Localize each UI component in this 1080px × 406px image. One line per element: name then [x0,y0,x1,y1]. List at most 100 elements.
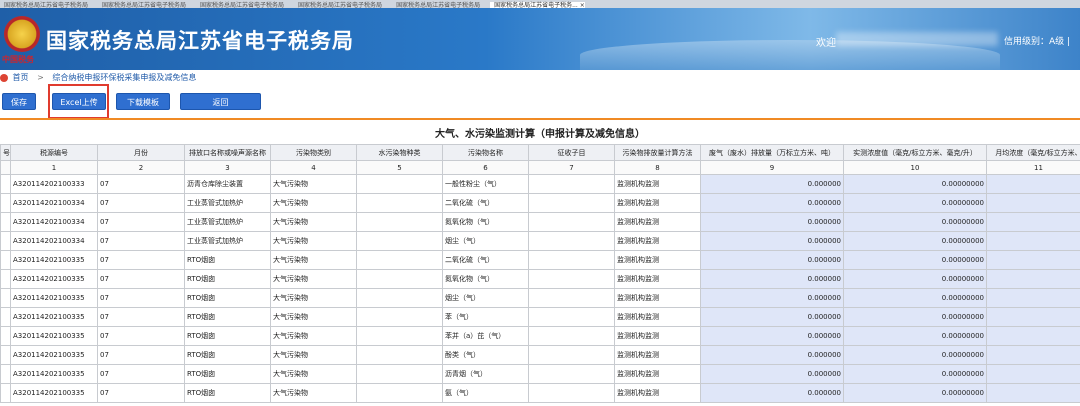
table-cell[interactable]: 0.000000 [700,364,844,384]
table-cell [528,326,615,346]
table-cell[interactable] [986,193,1080,213]
table-row[interactable]: A320114202100334 07 工业蒸管式加热炉 大气污染物 二氧化硫（气） 监测… [0,193,1080,213]
highlight-box [48,84,109,119]
back-button[interactable]: 返回 [180,93,261,110]
table-cell[interactable]: 0.00000000 [843,174,987,194]
table-row[interactable]: A320114202100334 07 工业蒸管式加热炉 大气污染物 氮氧化物（气） 监测… [0,212,1080,232]
table-cell[interactable]: 0.000000 [700,307,844,327]
table-cell[interactable]: 0.000000 [700,326,844,346]
column-header: 排放口名称或噪声源名称 [184,144,271,161]
home-icon [0,73,8,82]
table-cell: 监测机构监测 [614,288,701,308]
table-cell [356,326,443,346]
table-cell: A320114202100335 [10,250,98,270]
table-cell[interactable] [986,364,1080,384]
table-row[interactable]: A320114202100333 07 沥青仓库除尘装置 大气污染物 一般性粉尘（气） 监… [0,174,1080,194]
table-cell: 烟尘（气） [442,231,529,251]
table-cell: 监测机构监测 [614,193,701,213]
table-cell: 07 [97,326,185,346]
table-cell: 二氧化硫（气） [442,193,529,213]
table-cell[interactable]: 0.00000000 [843,383,987,403]
table-cell[interactable]: 0.000000 [700,383,844,403]
table-cell[interactable]: 0.00000000 [843,345,987,365]
table-cell[interactable] [986,174,1080,194]
table-cell [0,174,11,194]
table-cell: A320114202100334 [10,212,98,232]
table-cell: RTO烟囱 [184,383,271,403]
table-cell[interactable]: 0.00000000 [843,193,987,213]
table-cell[interactable] [986,326,1080,346]
table-cell [0,212,11,232]
table-row[interactable]: A320114202100335 07 RTO烟囱 大气污染物 苯（气） 监测机构监测 0.… [0,307,1080,327]
download-template-button[interactable]: 下载模板 [116,93,170,110]
table-cell[interactable]: 0.000000 [700,174,844,194]
table-row[interactable]: A320114202100335 07 RTO烟囱 大气污染物 沥青烟（气） 监测机构监测… [0,364,1080,384]
table-cell: 大气污染物 [270,383,357,403]
table-cell: 07 [97,383,185,403]
table-cell[interactable]: 0.000000 [700,231,844,251]
table-cell [0,250,11,270]
table-row[interactable]: A320114202100335 07 RTO烟囱 大气污染物 二氧化硫（气） 监测机构监… [0,250,1080,270]
table-cell [528,231,615,251]
table-cell [356,250,443,270]
table-cell[interactable] [986,345,1080,365]
table-cell[interactable]: 0.000000 [700,250,844,270]
table-cell[interactable]: 0.00000000 [843,364,987,384]
table-cell: A320114202100335 [10,345,98,365]
table-row[interactable]: A320114202100335 07 RTO烟囱 大气污染物 氨（气） 监测机构监测 0.… [0,383,1080,403]
table-cell: 07 [97,345,185,365]
table-cell[interactable]: 0.000000 [700,345,844,365]
table-cell[interactable]: 0.000000 [700,288,844,308]
browser-tab-strip: 国家税务总局江苏省电子税务局 国家税务总局江苏省电子税务局 国家税务总局江苏省电子税… [0,0,1080,8]
save-button[interactable]: 保存 [2,93,36,110]
table-cell: 07 [97,364,185,384]
table-cell: 07 [97,174,185,194]
table-cell[interactable] [986,231,1080,251]
column-number: 11 [986,160,1080,175]
column-number: 3 [184,160,271,175]
table-cell[interactable] [986,269,1080,289]
column-number: 10 [843,160,987,175]
breadcrumb-home[interactable]: 首页 [13,73,29,82]
table-row[interactable]: A320114202100335 07 RTO烟囱 大气污染物 氮氧化物（气） 监测机构监… [0,269,1080,289]
tax-emblem-icon [4,16,40,52]
table-cell[interactable]: 0.00000000 [843,212,987,232]
table-cell[interactable]: 0.000000 [700,193,844,213]
table-cell: 监测机构监测 [614,269,701,289]
table-cell: 工业蒸管式加热炉 [184,231,271,251]
table-cell: 氨（气） [442,383,529,403]
table-cell: 大气污染物 [270,250,357,270]
table-row[interactable]: A320114202100335 07 RTO烟囱 大气污染物 苯并（a）芘（气） 监测机… [0,326,1080,346]
table-row[interactable]: A320114202100335 07 RTO烟囱 大气污染物 烟尘（气） 监测机构监测 0… [0,288,1080,308]
username-redacted [836,32,998,46]
table-cell[interactable]: 0.000000 [700,269,844,289]
table-cell[interactable]: 0.00000000 [843,231,987,251]
table-cell[interactable] [986,288,1080,308]
table-cell: 监测机构监测 [614,345,701,365]
table-cell: 07 [97,269,185,289]
credit-level: 信用级别：A级 | [1004,37,1071,47]
table-cell[interactable]: 0.00000000 [843,288,987,308]
table-cell [356,231,443,251]
table-cell[interactable]: 0.00000000 [843,250,987,270]
table-cell: A320114202100335 [10,269,98,289]
table-cell [356,269,443,289]
table-cell[interactable]: 0.000000 [700,212,844,232]
table-cell[interactable]: 0.00000000 [843,269,987,289]
table-cell[interactable] [986,250,1080,270]
table-cell[interactable]: 0.00000000 [843,307,987,327]
table-cell: 监测机构监测 [614,174,701,194]
table-cell[interactable] [986,212,1080,232]
table-cell [0,193,11,213]
column-header: 污染物类别 [270,144,357,161]
table-cell: A320114202100333 [10,174,98,194]
column-number: 8 [614,160,701,175]
table-cell[interactable] [986,307,1080,327]
table-row[interactable]: A320114202100334 07 工业蒸管式加热炉 大气污染物 烟尘（气） 监测机构… [0,231,1080,251]
table-cell [528,383,615,403]
breadcrumb-current[interactable]: 综合纳税申报环保税采集申报及减免信息 [52,73,196,82]
table-cell[interactable]: 0.00000000 [843,326,987,346]
table-cell [528,288,615,308]
table-cell[interactable] [986,383,1080,403]
table-row[interactable]: A320114202100335 07 RTO烟囱 大气污染物 酚类（气） 监测机构监测 0… [0,345,1080,365]
